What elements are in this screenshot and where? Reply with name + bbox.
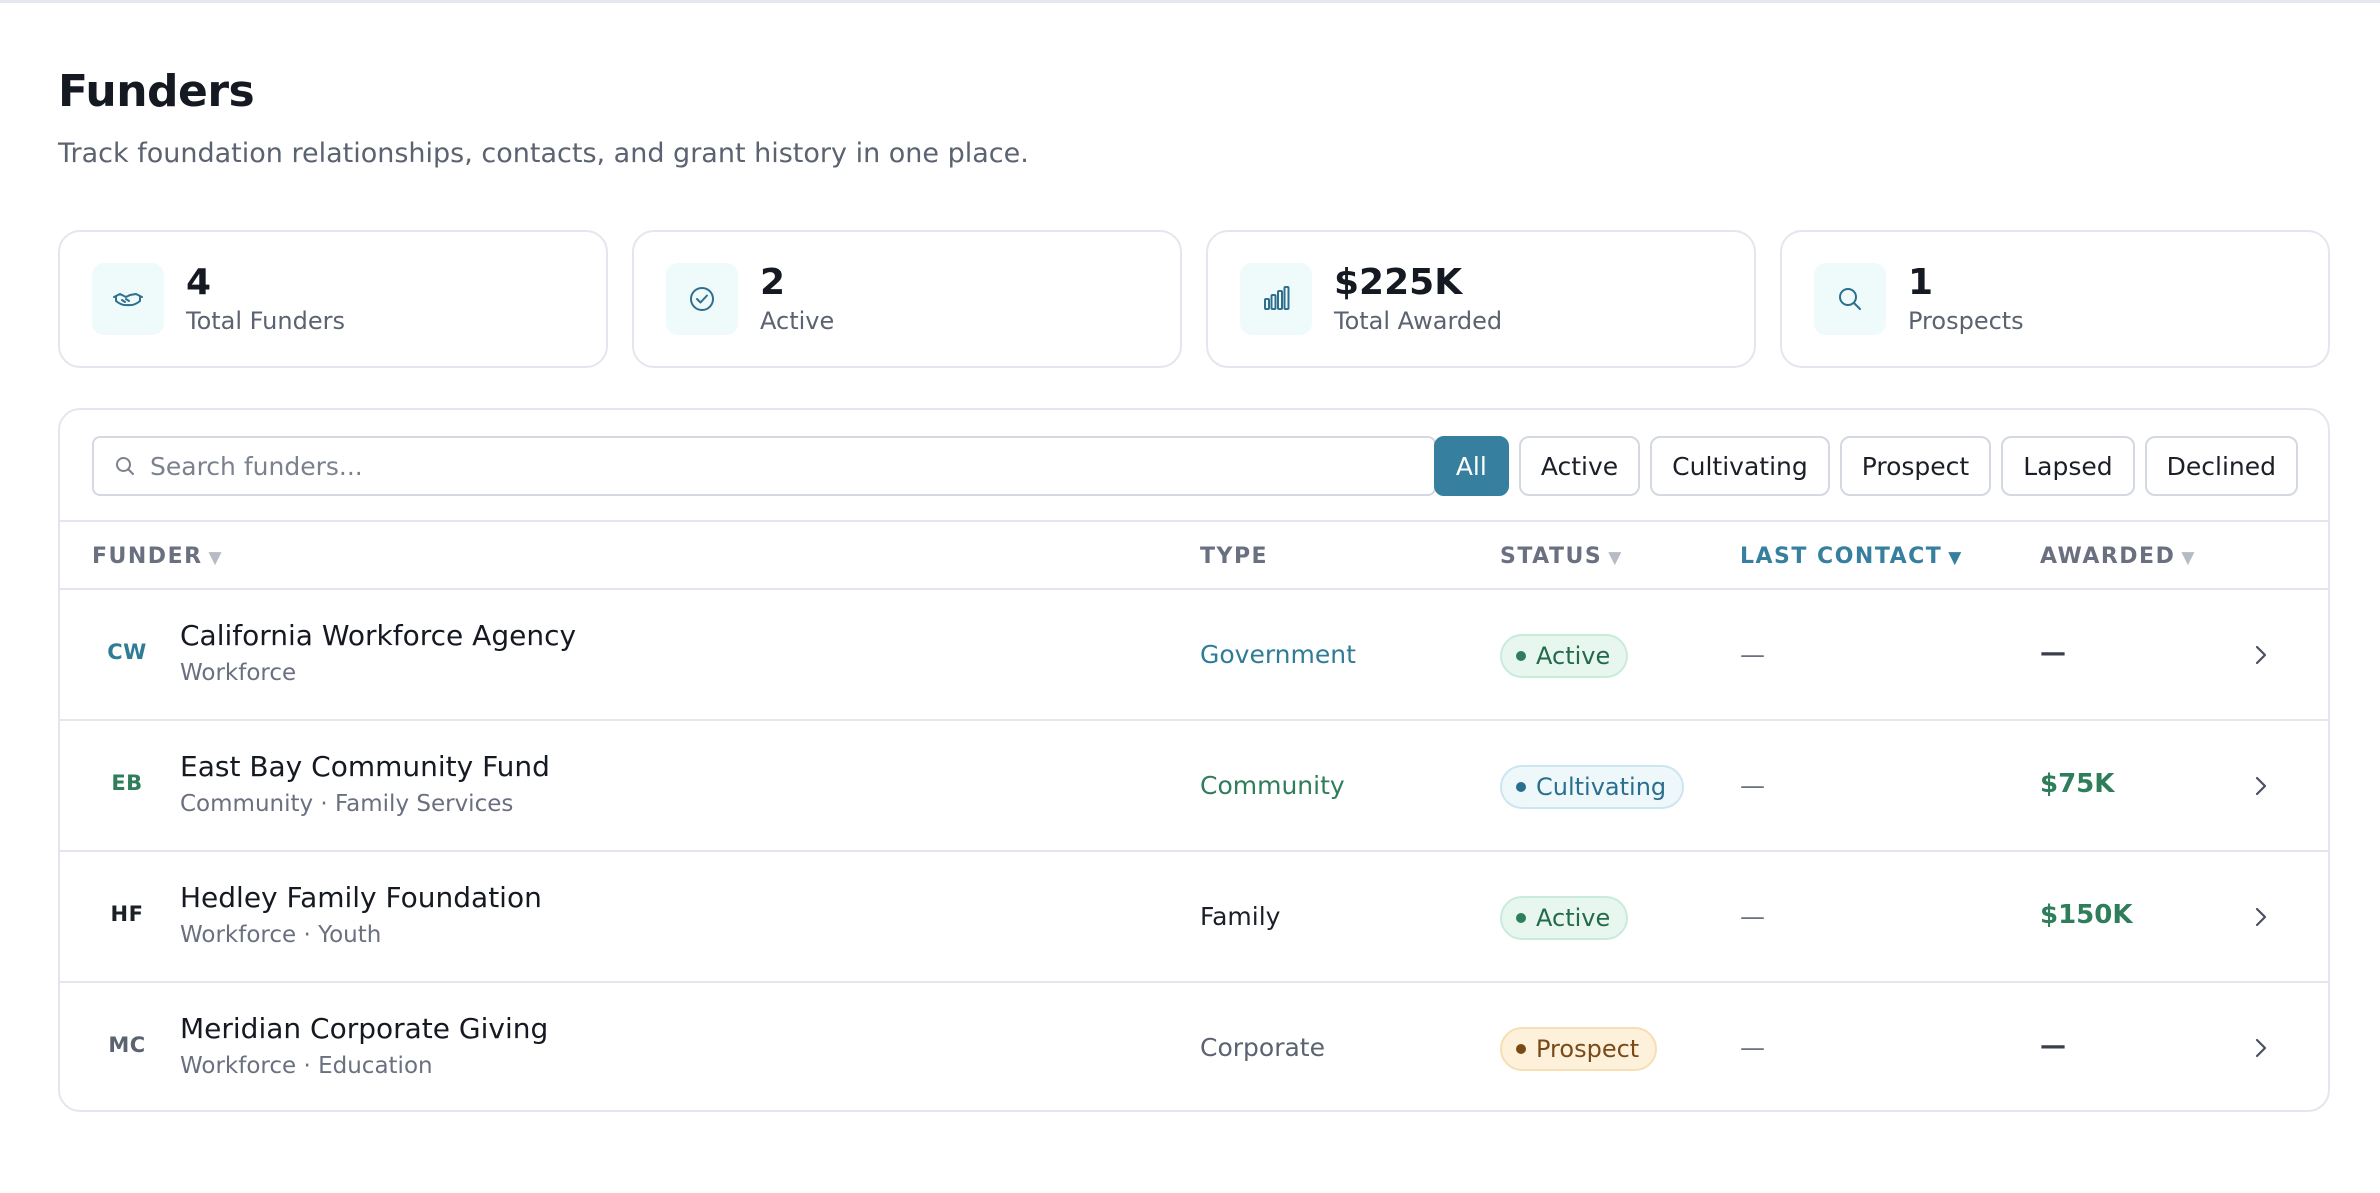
- chevron-right-icon[interactable]: [2250, 904, 2272, 930]
- funder-focus: Workforce · Education: [180, 1053, 433, 1079]
- funder-initials: EB: [111, 771, 143, 795]
- page-title: Funders: [58, 66, 255, 117]
- funder-focus: Community · Family Services: [180, 791, 514, 817]
- status-badge: Prospect: [1500, 1027, 1658, 1071]
- table-toolbar: All Active Cultivating Prospect Lapsed D…: [60, 410, 2328, 522]
- top-border: [0, 0, 2380, 3]
- status-filter-group: All Active Cultivating Prospect Lapsed D…: [1433, 436, 2298, 496]
- stat-value: 2: [760, 262, 786, 303]
- last-contact: —: [1740, 640, 1765, 669]
- column-header-last-contact[interactable]: LAST CONTACT ▼: [1740, 544, 1963, 569]
- last-contact: —: [1740, 902, 1765, 931]
- funder-focus: Workforce: [180, 660, 297, 686]
- stat-card-total-awarded: $225K Total Awarded: [1206, 230, 1756, 368]
- status-dot-icon: [1516, 782, 1526, 792]
- column-header-status[interactable]: STATUS ▼: [1500, 544, 1623, 569]
- stat-card-active: 2 Active: [632, 230, 1182, 368]
- funder-initials: CW: [107, 640, 147, 664]
- funder-name: Hedley Family Foundation: [180, 881, 542, 914]
- awarded-amount: —: [2040, 638, 2066, 668]
- funder-type: Government: [1200, 640, 1356, 669]
- column-header-awarded[interactable]: AWARDED ▼: [2040, 544, 2196, 569]
- table-header: FUNDER ▼ TYPE STATUS ▼ LAST CONTACT ▼ AWARD…: [60, 522, 2328, 590]
- status-dot-icon: [1516, 1044, 1526, 1054]
- check-circle-icon: [666, 263, 738, 335]
- bar-chart-icon: [1240, 263, 1312, 335]
- funder-name: East Bay Community Fund: [180, 750, 550, 783]
- table-row[interactable]: MC Meridian Corporate Giving Workforce ·…: [60, 983, 2328, 1110]
- handshake-icon: [92, 263, 164, 335]
- table-row[interactable]: EB East Bay Community Fund Community · F…: [60, 721, 2328, 852]
- column-header-funder[interactable]: FUNDER ▼: [92, 544, 223, 569]
- stat-value: $225K: [1334, 262, 1463, 303]
- stats-row: 4 Total Funders 2 Active $225K Total Awa…: [58, 230, 2330, 368]
- filter-active-button[interactable]: Active: [1518, 436, 1641, 496]
- column-header-type: TYPE: [1200, 544, 1269, 569]
- stat-value: 1: [1908, 262, 1934, 303]
- page-subtitle: Track foundation relationships, contacts…: [58, 138, 1029, 169]
- status-badge: Active: [1500, 896, 1629, 940]
- awarded-amount: —: [2040, 1031, 2066, 1061]
- funder-initials: HF: [110, 902, 144, 926]
- filter-cultivating-button[interactable]: Cultivating: [1650, 436, 1830, 496]
- stat-label: Active: [760, 307, 835, 335]
- stat-card-total-funders: 4 Total Funders: [58, 230, 608, 368]
- filter-lapsed-button[interactable]: Lapsed: [2001, 436, 2135, 496]
- funder-type: Community: [1200, 771, 1345, 800]
- last-contact: —: [1740, 1033, 1765, 1062]
- stat-label: Total Funders: [186, 307, 345, 335]
- chevron-right-icon[interactable]: [2250, 1035, 2272, 1061]
- filter-all-button[interactable]: All: [1433, 436, 1509, 496]
- funder-initials: MC: [108, 1033, 146, 1057]
- awarded-amount: $150K: [2040, 900, 2133, 930]
- awarded-amount: $75K: [2040, 769, 2115, 799]
- search-icon: [116, 457, 134, 475]
- search-input[interactable]: [150, 451, 1430, 481]
- last-contact: —: [1740, 771, 1765, 800]
- stat-value: 4: [186, 262, 212, 303]
- sort-caret-icon: ▼: [208, 548, 224, 568]
- funder-name: California Workforce Agency: [180, 619, 577, 652]
- sort-caret-icon: ▼: [1608, 548, 1623, 568]
- stat-card-prospects: 1 Prospects: [1780, 230, 2330, 368]
- stat-label: Prospects: [1908, 307, 2024, 335]
- funders-table-card: All Active Cultivating Prospect Lapsed D…: [58, 408, 2330, 1112]
- search-box[interactable]: [92, 436, 1436, 496]
- funder-type: Family: [1200, 902, 1281, 931]
- chevron-right-icon[interactable]: [2250, 773, 2272, 799]
- stat-label: Total Awarded: [1334, 307, 1503, 335]
- sort-caret-icon: ▼: [2181, 548, 2196, 568]
- table-row[interactable]: HF Hedley Family Foundation Workforce · …: [60, 852, 2328, 983]
- table-row[interactable]: CW California Workforce Agency Workforce…: [60, 590, 2328, 721]
- search-icon: [1814, 263, 1886, 335]
- sort-caret-icon: ▼: [1948, 548, 1963, 568]
- chevron-right-icon[interactable]: [2250, 642, 2272, 668]
- status-badge: Cultivating: [1500, 765, 1685, 809]
- funder-name: Meridian Corporate Giving: [180, 1012, 549, 1045]
- status-badge: Active: [1500, 634, 1629, 678]
- status-dot-icon: [1516, 913, 1526, 923]
- filter-declined-button[interactable]: Declined: [2144, 436, 2298, 496]
- funder-type: Corporate: [1200, 1033, 1325, 1062]
- filter-prospect-button[interactable]: Prospect: [1839, 436, 1992, 496]
- status-dot-icon: [1516, 651, 1526, 661]
- funder-focus: Workforce · Youth: [180, 922, 382, 948]
